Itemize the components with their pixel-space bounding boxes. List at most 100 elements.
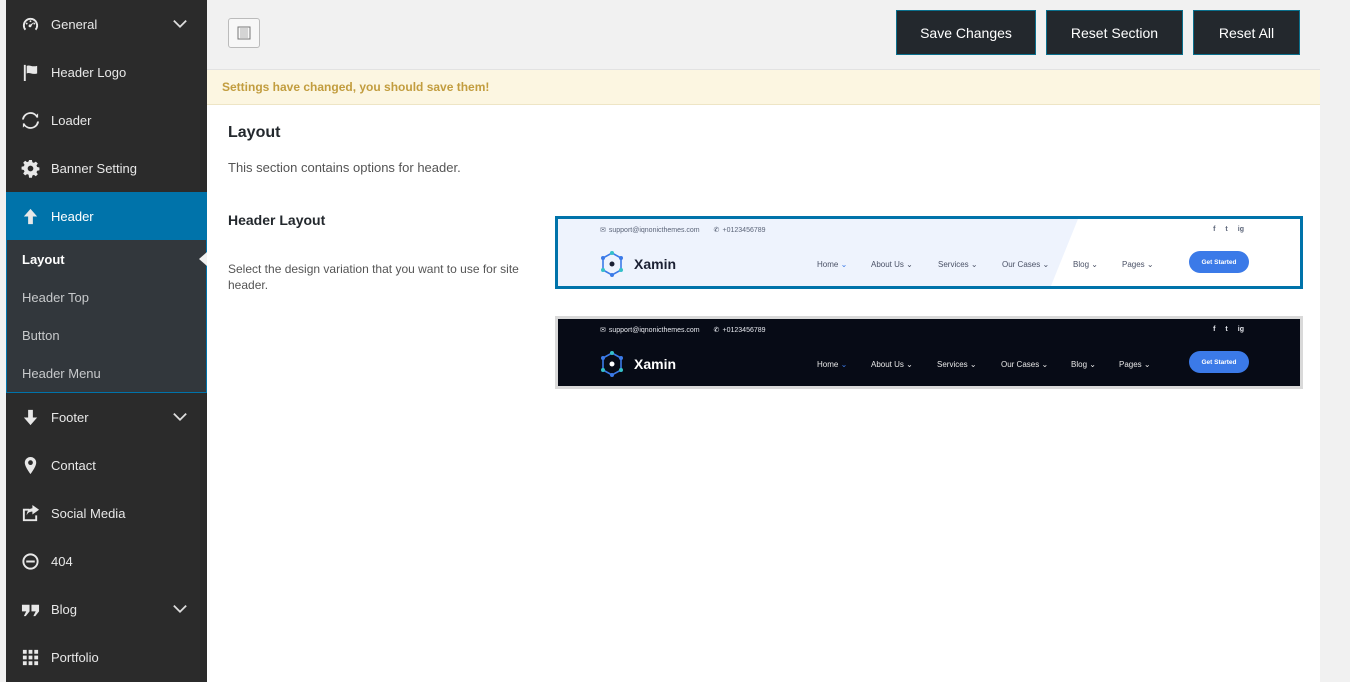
submenu-item-label: Header Menu [22,365,101,381]
grid-icon [20,647,40,667]
preview-social-icons: f t ig [1213,226,1244,233]
envelope-icon: ✉ [600,327,606,334]
hexagon-logo-icon [601,351,623,377]
location-pin-icon [20,455,40,475]
preview-brand: Xamin [634,356,677,372]
facebook-icon: f [1213,326,1216,333]
section-description: This section contains options for header… [228,160,461,175]
preview-nav-item: Our Cases ⌄ [1001,360,1049,369]
sidebar-item-label: Banner Setting [51,160,138,176]
options-sidebar: General Header Logo Loader Banner Settin… [6,0,207,682]
chevron-down-icon[interactable] [173,409,187,423]
gear-icon [20,158,40,178]
sidebar-item-label: Social Media [51,505,126,521]
sidebar-item-footer[interactable]: Footer [6,393,207,441]
preview-email-text: support@iqnonicthemes.com [608,326,700,334]
preview-cta-button: Get Started [1189,251,1249,273]
preview-nav: Home ⌄ About Us ⌄ Services ⌄ Our Cases ⌄… [817,360,1159,369]
preview-social-icons: f t ig [1213,326,1244,333]
preview-email: ✉ support@iqnonicthemes.com [600,226,700,235]
preview-cta-button: Get Started [1189,351,1249,373]
hexagon-logo-icon [601,251,623,277]
facebook-icon: f [1213,226,1216,233]
instagram-icon: ig [1237,226,1244,233]
dashboard-icon [20,14,40,34]
sidebar-item-general[interactable]: General [6,0,207,48]
submenu-item-label: Header Top [22,289,89,305]
reset-section-button[interactable]: Reset Section [1046,10,1183,55]
preview-email-text: support@iqnonicthemes.com [608,226,700,234]
header-layout-option-light[interactable]: ✉ support@iqnonicthemes.com ✆ +0123456789 … [555,216,1303,289]
sidebar-item-label: Header [51,208,94,224]
chevron-down-icon[interactable] [173,16,187,30]
twitter-icon: t [1225,326,1228,333]
sidebar-item-contact[interactable]: Contact [6,441,207,489]
header-layout-option-dark[interactable]: ✉ support@iqnonicthemes.com ✆ +0123456789 … [555,316,1303,389]
phone-icon: ✆ [713,327,720,334]
preview-nav-item: Pages ⌄ [1122,260,1154,269]
preview-nav: Home ⌄ About Us ⌄ Services ⌄ Our Cases ⌄… [817,260,1162,269]
sidebar-item-label: Loader [51,112,92,128]
preview-phone: ✆ +0123456789 [713,226,766,235]
submenu-item-header-top[interactable]: Header Top [7,278,206,316]
sidebar-item-portfolio[interactable]: Portfolio [6,633,207,681]
unsaved-changes-notice: Settings have changed, you should save t… [207,70,1320,105]
twitter-icon: t [1225,226,1228,233]
sidebar-item-404[interactable]: 404 [6,537,207,585]
page: General Header Logo Loader Banner Settin… [0,0,1350,682]
preview-email: ✉ support@iqnonicthemes.com [600,326,700,335]
preview-nav-item: Services ⌄ [938,260,978,269]
preview-brand: Xamin [634,256,677,272]
header-submenu: Layout Header Top Button Header Menu [6,240,207,393]
layout-icon [237,26,251,40]
submenu-item-button[interactable]: Button [7,316,206,354]
flag-icon [20,62,40,82]
phone-icon: ✆ [713,227,720,234]
envelope-icon: ✉ [600,227,606,234]
share-icon [20,503,40,523]
sidebar-item-header-logo[interactable]: Header Logo [6,48,207,96]
arrow-up-icon [20,206,40,226]
preview-nav-item: Blog ⌄ [1071,360,1096,369]
field-title: Header Layout [228,212,326,228]
preview-nav-item: Blog ⌄ [1073,260,1098,269]
minus-circle-icon [20,551,40,571]
sidebar-item-label: 404 [51,553,73,569]
refresh-icon [20,110,40,130]
preview-logo: Xamin [598,350,676,378]
page-gutter [1320,0,1350,682]
sidebar-item-label: Blog [51,601,78,617]
options-toolbar: Save Changes Reset Section Reset All [207,0,1320,70]
sidebar-item-label: Header Logo [51,64,127,80]
sidebar-item-social-media[interactable]: Social Media [6,489,207,537]
preview-logo: Xamin [598,250,676,278]
section-title: Layout [228,124,281,141]
preview-phone: ✆ +0123456789 [713,326,766,335]
preview-nav-item: About Us ⌄ [871,360,913,369]
submenu-item-header-menu[interactable]: Header Menu [7,354,206,392]
submenu-item-label: Button [22,327,60,343]
reset-all-button[interactable]: Reset All [1193,10,1300,55]
field-description: Select the design variation that you wan… [228,262,519,292]
preview-nav-item: Home ⌄ [817,360,848,369]
chevron-down-icon[interactable] [173,601,187,615]
preview-bg-shape [1049,219,1300,286]
quote-icon [20,599,40,619]
expand-options-button[interactable] [228,18,260,48]
save-changes-button[interactable]: Save Changes [896,10,1036,55]
sidebar-item-banner-setting[interactable]: Banner Setting [6,144,207,192]
preview-phone-text: +0123456789 [722,226,766,234]
sidebar-item-blog[interactable]: Blog [6,585,207,633]
preview-nav-item: Home ⌄ [817,260,848,269]
submenu-item-layout[interactable]: Layout [7,240,207,278]
preview-nav-item: About Us ⌄ [871,260,913,269]
sidebar-item-label: General [51,16,98,32]
preview-phone-text: +0123456789 [722,326,766,334]
preview-top-bar: ✉ support@iqnonicthemes.com ✆ +0123456789 [600,226,766,235]
preview-nav-item: Pages ⌄ [1119,360,1151,369]
arrow-down-icon [20,407,40,427]
sidebar-item-header[interactable]: Header [6,192,207,240]
preview-nav-item: Our Cases ⌄ [1002,260,1050,269]
sidebar-item-loader[interactable]: Loader [6,96,207,144]
options-panel: Save Changes Reset Section Reset All Set… [207,0,1320,682]
